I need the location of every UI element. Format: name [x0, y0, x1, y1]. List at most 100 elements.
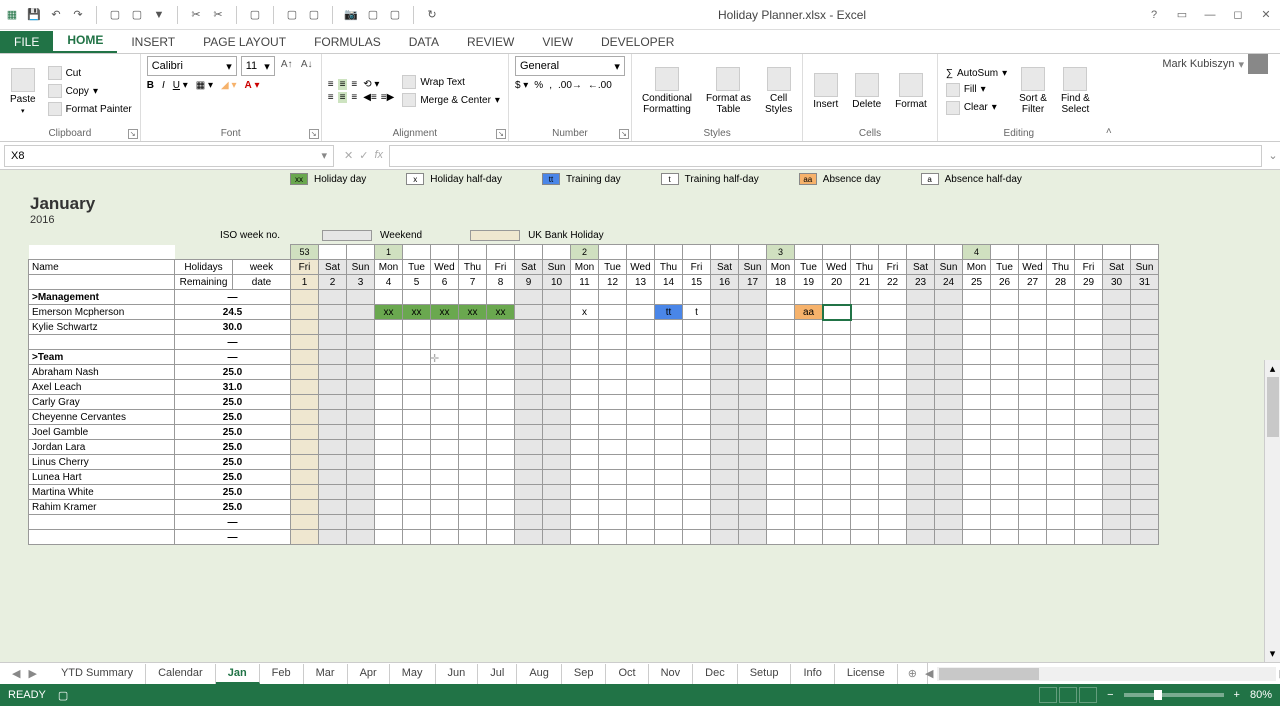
cell[interactable] [907, 470, 935, 485]
cell[interactable] [683, 485, 711, 500]
cell[interactable] [431, 365, 459, 380]
cell[interactable]: t [683, 305, 711, 320]
cell[interactable] [963, 515, 991, 530]
cell[interactable] [319, 395, 347, 410]
cell[interactable] [963, 425, 991, 440]
cell[interactable]: xx [487, 305, 515, 320]
cell[interactable] [347, 500, 375, 515]
cell[interactable]: aa [795, 305, 823, 320]
cell[interactable] [795, 350, 823, 365]
cell[interactable] [1131, 410, 1159, 425]
cell[interactable] [935, 320, 963, 335]
cell[interactable] [571, 335, 599, 350]
cell[interactable] [375, 515, 403, 530]
cell[interactable] [683, 470, 711, 485]
sheet-tab-info[interactable]: Info [791, 664, 834, 684]
cell[interactable] [403, 410, 431, 425]
cell[interactable] [739, 350, 767, 365]
cell[interactable] [1047, 335, 1075, 350]
cell[interactable] [991, 365, 1019, 380]
cell[interactable] [375, 290, 403, 305]
cell[interactable] [543, 320, 571, 335]
sheet-tab-ytd-summary[interactable]: YTD Summary [49, 664, 146, 684]
cell[interactable] [907, 455, 935, 470]
cell[interactable] [431, 425, 459, 440]
cell[interactable] [403, 425, 431, 440]
cell[interactable]: xx [431, 305, 459, 320]
cell[interactable] [851, 425, 879, 440]
cell[interactable] [851, 305, 879, 320]
cell[interactable] [795, 500, 823, 515]
font-color-button[interactable]: A ▾ [245, 80, 260, 91]
sheet-tab-jun[interactable]: Jun [436, 664, 479, 684]
cell[interactable] [431, 245, 459, 260]
cell[interactable] [515, 500, 543, 515]
sheet-tab-feb[interactable]: Feb [260, 664, 304, 684]
cell[interactable] [375, 485, 403, 500]
cell[interactable]: 24 [935, 275, 963, 290]
cell[interactable] [403, 290, 431, 305]
cell[interactable] [711, 245, 739, 260]
cell[interactable] [851, 350, 879, 365]
sheet-tab-jan[interactable]: Jan [216, 664, 260, 684]
help-icon[interactable]: ? [1144, 5, 1164, 25]
cell[interactable] [375, 380, 403, 395]
cell[interactable] [375, 365, 403, 380]
find-select-button[interactable]: Find & Select [1057, 65, 1094, 117]
cell[interactable] [823, 500, 851, 515]
accounting-format-icon[interactable]: $ ▾ [515, 80, 528, 91]
cell[interactable] [823, 245, 851, 260]
cell[interactable]: Kylie Schwartz [29, 320, 175, 335]
cell[interactable] [29, 335, 175, 350]
cell[interactable] [1103, 395, 1131, 410]
cell[interactable] [655, 365, 683, 380]
cell[interactable] [291, 425, 319, 440]
cell[interactable] [1131, 365, 1159, 380]
cell[interactable] [935, 305, 963, 320]
cell[interactable]: 30.0 [175, 320, 291, 335]
cell[interactable] [963, 350, 991, 365]
cell[interactable] [459, 245, 487, 260]
cell[interactable] [907, 515, 935, 530]
cell[interactable] [627, 530, 655, 545]
cell[interactable]: Sat [711, 260, 739, 275]
cell[interactable]: 25.0 [175, 500, 291, 515]
cell[interactable] [935, 290, 963, 305]
cell[interactable] [571, 395, 599, 410]
cell[interactable] [823, 455, 851, 470]
cell[interactable]: 25.0 [175, 455, 291, 470]
cell[interactable] [319, 485, 347, 500]
cell[interactable] [991, 395, 1019, 410]
normal-view-icon[interactable] [1039, 687, 1057, 703]
cell[interactable] [627, 305, 655, 320]
cell[interactable] [739, 365, 767, 380]
cell[interactable] [375, 410, 403, 425]
cell[interactable] [347, 380, 375, 395]
cell[interactable] [627, 380, 655, 395]
cell[interactable] [571, 470, 599, 485]
underline-button[interactable]: U ▾ [173, 80, 188, 91]
cell[interactable] [403, 470, 431, 485]
cell[interactable] [403, 245, 431, 260]
cell[interactable] [403, 365, 431, 380]
cell[interactable] [1047, 395, 1075, 410]
cell[interactable] [291, 290, 319, 305]
cell[interactable] [599, 410, 627, 425]
cell[interactable] [347, 425, 375, 440]
enter-formula-icon[interactable]: ✓ [359, 149, 368, 162]
cell[interactable] [627, 500, 655, 515]
cell[interactable] [375, 500, 403, 515]
cell[interactable] [291, 410, 319, 425]
cell[interactable] [739, 470, 767, 485]
cell[interactable] [1047, 455, 1075, 470]
cell[interactable] [459, 335, 487, 350]
cell[interactable] [1019, 485, 1047, 500]
cell[interactable] [403, 485, 431, 500]
cell[interactable] [991, 440, 1019, 455]
cell[interactable] [907, 425, 935, 440]
cell[interactable] [627, 515, 655, 530]
sheet-tab-jul[interactable]: Jul [478, 664, 517, 684]
cell[interactable] [29, 275, 175, 290]
cell[interactable] [795, 455, 823, 470]
cell[interactable] [319, 440, 347, 455]
